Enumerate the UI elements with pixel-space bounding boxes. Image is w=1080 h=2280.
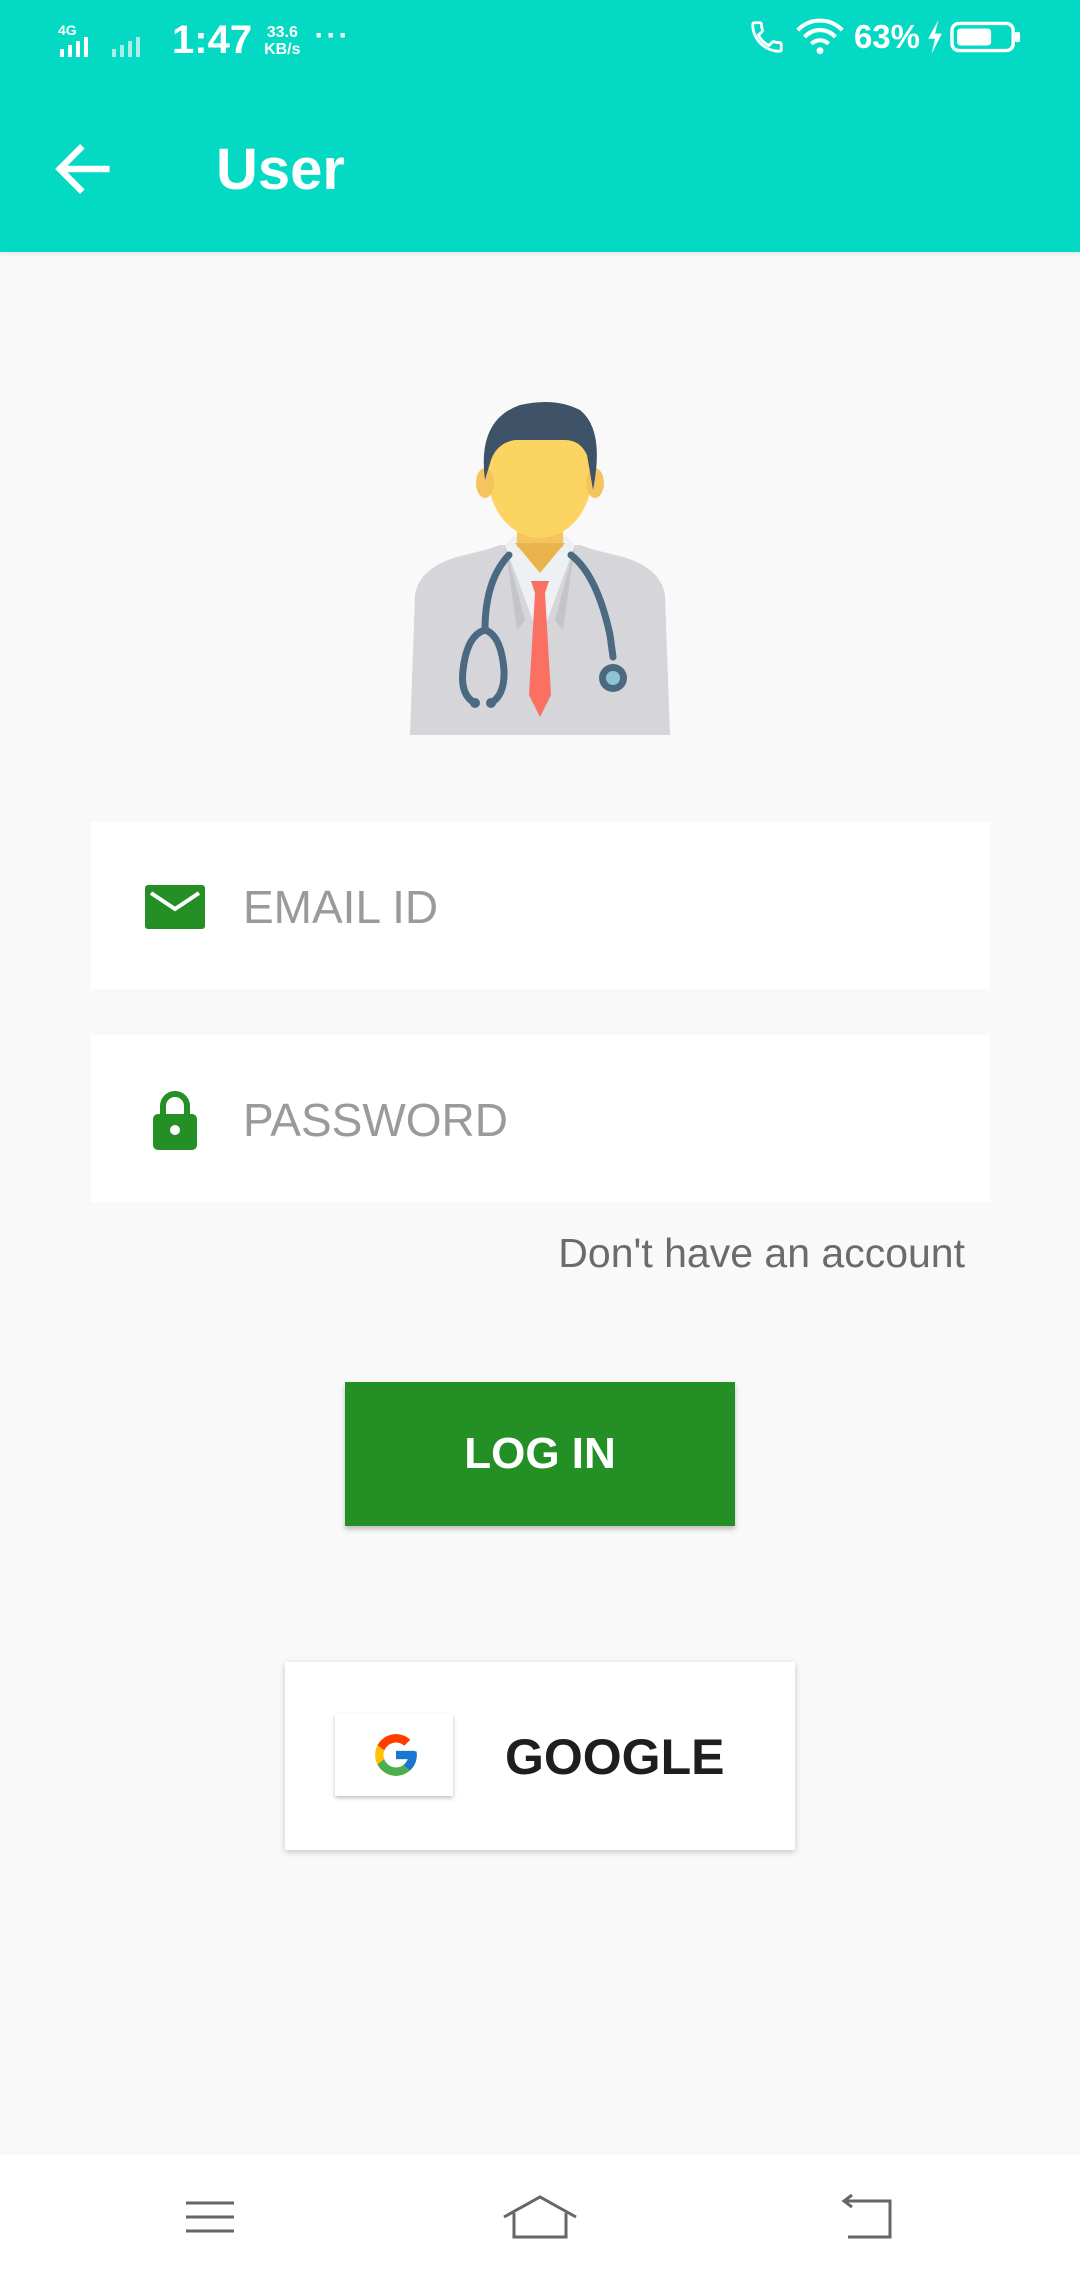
back-arrow-icon — [55, 144, 110, 194]
system-nav-bar — [0, 2155, 1080, 2280]
battery-icon — [950, 21, 1020, 53]
home-icon[interactable] — [500, 2187, 580, 2247]
signup-link[interactable]: Don't have an account — [558, 1230, 965, 1277]
menu-icon[interactable] — [170, 2187, 250, 2247]
google-logo-container — [335, 1714, 453, 1796]
doctor-avatar-icon — [410, 401, 670, 735]
signal-icon: 4G — [58, 22, 140, 57]
mail-icon — [145, 885, 205, 929]
password-field[interactable] — [91, 1035, 990, 1202]
wifi-icon — [796, 18, 844, 55]
status-left: 4G 1:47 33.6 KB/s ··· — [58, 18, 351, 63]
back-icon[interactable] — [830, 2187, 910, 2247]
password-input[interactable] — [241, 1075, 945, 1165]
google-signin-button[interactable]: GOOGLE — [285, 1662, 795, 1850]
google-label: GOOGLE — [505, 1729, 725, 1785]
email-field[interactable] — [91, 822, 990, 989]
charging-icon — [928, 20, 942, 54]
email-input[interactable] — [241, 862, 945, 952]
network-type: 4G — [58, 22, 77, 38]
lock-icon — [153, 1091, 197, 1150]
google-logo-icon — [375, 1734, 417, 1776]
status-right: 63% — [748, 18, 1022, 56]
battery-percent: 63% — [853, 18, 920, 55]
call-icon — [751, 21, 783, 53]
login-button[interactable]: LOG IN — [345, 1382, 735, 1526]
speed-value: 33.6 — [266, 23, 298, 41]
status-time: 1:47 — [172, 18, 253, 62]
back-button[interactable] — [48, 134, 118, 204]
status-bar: 4G 1:47 33.6 KB/s ··· 63% — [0, 0, 1080, 84]
app-bar: User — [0, 84, 1080, 252]
more-notifications: ··· — [314, 18, 351, 52]
network-speed: 33.6 KB/s — [264, 24, 300, 58]
speed-unit: KB/s — [264, 40, 301, 58]
page-title: User — [216, 137, 345, 202]
